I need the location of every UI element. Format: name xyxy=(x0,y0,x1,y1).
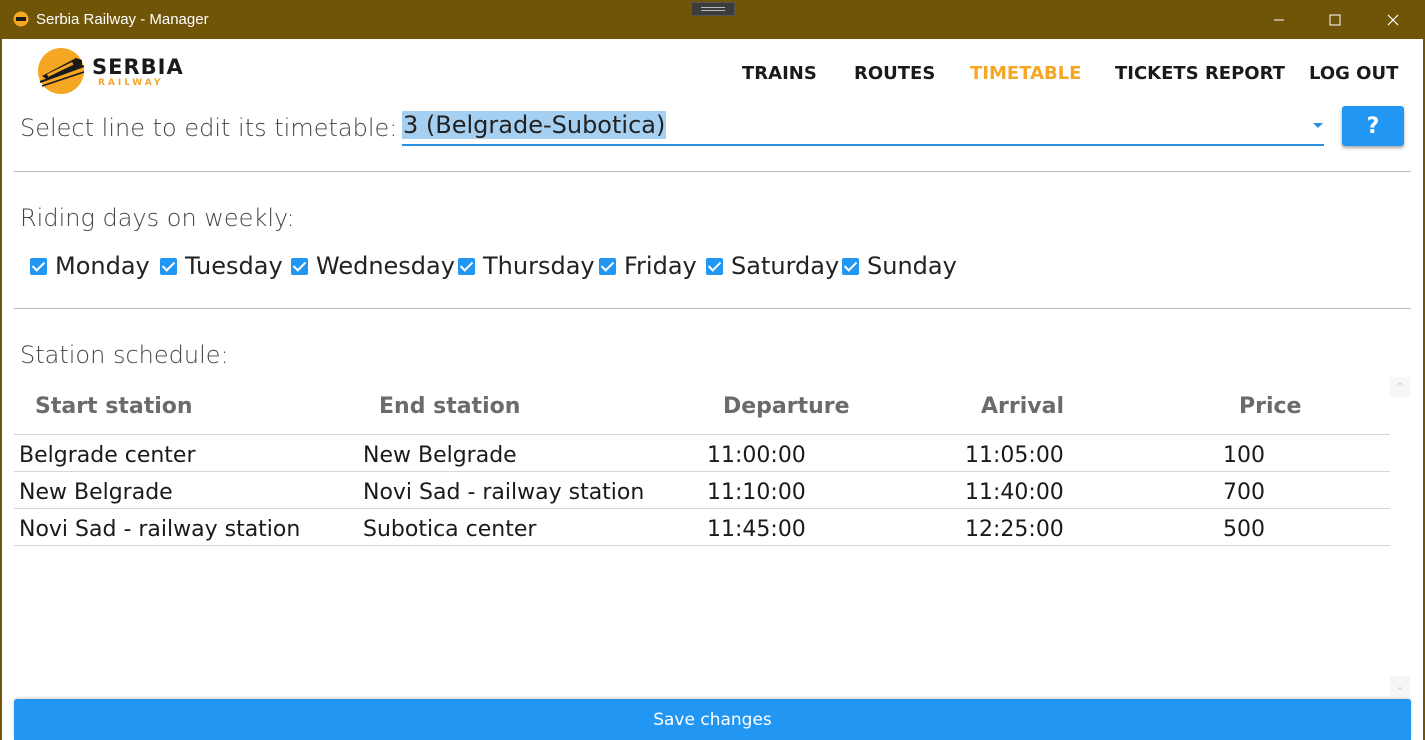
checkbox-checked-icon xyxy=(842,257,859,275)
column-header-departure[interactable]: Departure xyxy=(723,394,850,419)
nav-tickets-report[interactable]: TICKETS REPORT xyxy=(1115,63,1285,84)
help-button[interactable]: ? xyxy=(1342,106,1404,146)
checkbox-checked-icon xyxy=(458,257,475,275)
app-logo: SERBIA RAILWAY xyxy=(36,46,183,96)
close-icon xyxy=(1387,14,1399,25)
cell-departure[interactable]: 11:10:00 xyxy=(707,480,806,505)
cell-end-station[interactable]: Novi Sad - railway station xyxy=(363,480,644,505)
day-checkbox-wednesday[interactable]: Wednesday xyxy=(291,251,455,281)
maximize-button[interactable] xyxy=(1306,0,1364,39)
divider xyxy=(14,171,1411,172)
day-checkbox-friday[interactable]: Friday xyxy=(599,251,697,281)
day-checkbox-sunday[interactable]: Sunday xyxy=(842,251,957,281)
day-label: Tuesday xyxy=(185,252,283,280)
cell-departure[interactable]: 11:00:00 xyxy=(707,443,806,468)
chevron-down-icon: ⌄ xyxy=(1394,679,1406,693)
logo-text-railway: RAILWAY xyxy=(98,78,164,88)
column-header-price[interactable]: Price xyxy=(1239,394,1301,419)
line-select-label: Select line to edit its timetable: xyxy=(20,114,398,142)
cell-arrival[interactable]: 11:05:00 xyxy=(965,443,1064,468)
day-label: Thursday xyxy=(483,252,595,280)
cell-price[interactable]: 700 xyxy=(1223,480,1265,505)
logo-text-serbia: SERBIA xyxy=(92,55,184,79)
divider xyxy=(14,308,1411,309)
window-title: Serbia Railway - Manager xyxy=(36,11,209,28)
cell-end-station[interactable]: Subotica center xyxy=(363,517,536,542)
checkbox-checked-icon xyxy=(706,257,723,275)
cell-arrival[interactable]: 12:25:00 xyxy=(965,517,1064,542)
save-changes-button[interactable]: Save changes xyxy=(14,699,1411,740)
window-frame-left xyxy=(0,39,2,740)
riding-days-label: Riding days on weekly: xyxy=(20,204,295,232)
day-checkbox-saturday[interactable]: Saturday xyxy=(706,251,839,281)
chevron-down-icon xyxy=(1313,123,1323,128)
checkbox-checked-icon xyxy=(599,257,616,275)
window-titlebar: Serbia Railway - Manager xyxy=(0,0,1425,39)
scroll-down-button[interactable]: ⌄ xyxy=(1390,676,1410,696)
cell-price[interactable]: 500 xyxy=(1223,517,1265,542)
cell-end-station[interactable]: New Belgrade xyxy=(363,443,517,468)
day-label: Wednesday xyxy=(316,252,455,280)
day-label: Friday xyxy=(624,252,697,280)
close-button[interactable] xyxy=(1364,0,1422,39)
line-select-value: 3 (Belgrade-Subotica) xyxy=(402,111,667,139)
column-header-arrival[interactable]: Arrival xyxy=(981,394,1064,419)
cell-start-station[interactable]: Belgrade center xyxy=(19,443,196,468)
row-divider xyxy=(14,545,1390,546)
checkbox-checked-icon xyxy=(291,257,308,275)
day-checkbox-tuesday[interactable]: Tuesday xyxy=(160,251,283,281)
day-label: Monday xyxy=(55,252,150,280)
row-divider xyxy=(14,508,1390,509)
nav-timetable[interactable]: TIMETABLE xyxy=(970,63,1081,84)
day-checkbox-monday[interactable]: Monday xyxy=(30,251,150,281)
table-header-divider xyxy=(14,434,1390,435)
train-logo-icon xyxy=(13,11,29,27)
checkbox-checked-icon xyxy=(160,257,177,275)
train-logo-icon xyxy=(38,48,85,94)
chevron-up-icon: ⌃ xyxy=(1394,380,1406,394)
table-row[interactable]: Novi Sad - railway station Subotica cent… xyxy=(14,511,1390,548)
minimize-button[interactable] xyxy=(1250,0,1308,39)
nav-log-out[interactable]: LOG OUT xyxy=(1309,63,1398,84)
maximize-icon xyxy=(1329,14,1341,25)
table-row[interactable]: Belgrade center New Belgrade 11:00:00 11… xyxy=(14,437,1390,474)
row-divider xyxy=(14,471,1390,472)
cell-price[interactable]: 100 xyxy=(1223,443,1265,468)
day-checkbox-thursday[interactable]: Thursday xyxy=(458,251,595,281)
checkbox-checked-icon xyxy=(30,257,47,275)
day-label: Sunday xyxy=(867,252,957,280)
column-header-end-station[interactable]: End station xyxy=(379,394,520,419)
cell-departure[interactable]: 11:45:00 xyxy=(707,517,806,542)
nav-routes[interactable]: ROUTES xyxy=(854,63,935,84)
cell-arrival[interactable]: 11:40:00 xyxy=(965,480,1064,505)
cell-start-station[interactable]: New Belgrade xyxy=(19,480,173,505)
station-schedule-label: Station schedule: xyxy=(20,341,229,369)
window-drag-handle[interactable] xyxy=(691,2,735,16)
column-header-start-station[interactable]: Start station xyxy=(35,394,193,419)
table-row[interactable]: New Belgrade Novi Sad - railway station … xyxy=(14,474,1390,511)
day-label: Saturday xyxy=(731,252,840,280)
cell-start-station[interactable]: Novi Sad - railway station xyxy=(19,517,300,542)
scroll-up-button[interactable]: ⌃ xyxy=(1390,377,1410,397)
minimize-icon xyxy=(1274,19,1284,20)
line-select-dropdown[interactable]: 3 (Belgrade-Subotica) xyxy=(402,108,1324,146)
nav-trains[interactable]: TRAINS xyxy=(742,63,817,84)
